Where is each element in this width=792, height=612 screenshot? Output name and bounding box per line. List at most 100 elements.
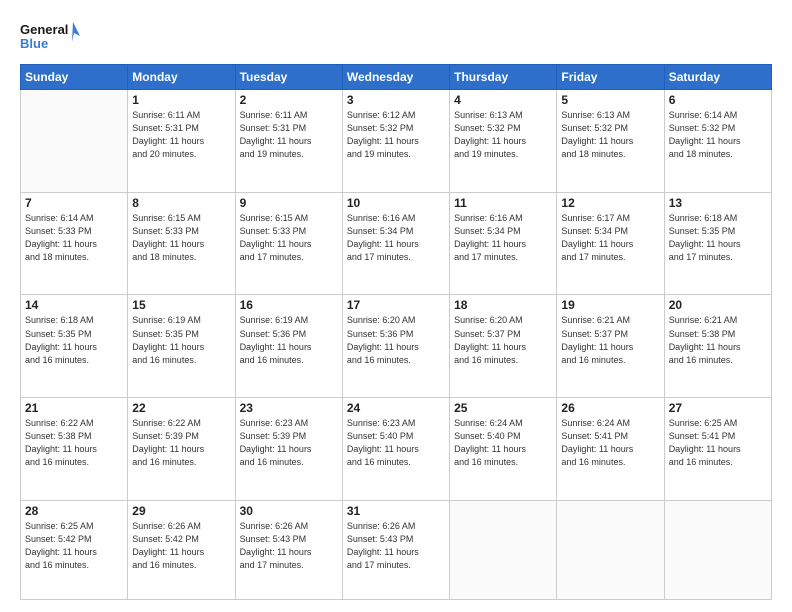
day-number: 9	[240, 196, 338, 210]
calendar-cell: 23 Sunrise: 6:23 AM Sunset: 5:39 PM Dayli…	[235, 398, 342, 501]
calendar-cell	[664, 500, 771, 599]
day-info: Sunrise: 6:25 AM Sunset: 5:42 PM Dayligh…	[25, 520, 123, 572]
calendar-cell: 21 Sunrise: 6:22 AM Sunset: 5:38 PM Dayli…	[21, 398, 128, 501]
day-info: Sunrise: 6:11 AM Sunset: 5:31 PM Dayligh…	[240, 109, 338, 161]
calendar-cell: 25Sunrise: 6:24 AM Sunset: 5:40 PM Dayli…	[450, 398, 557, 501]
day-info: Sunrise: 6:19 AM Sunset: 5:35 PM Dayligh…	[132, 314, 230, 366]
calendar-cell: 20 Sunrise: 6:21 AM Sunset: 5:38 PM Dayli…	[664, 295, 771, 398]
calendar-cell	[557, 500, 664, 599]
day-number: 19	[561, 298, 659, 312]
svg-text:Blue: Blue	[20, 36, 48, 51]
day-info: Sunrise: 6:13 AM Sunset: 5:32 PM Dayligh…	[561, 109, 659, 161]
day-info: Sunrise: 6:16 AM Sunset: 5:34 PM Dayligh…	[347, 212, 445, 264]
col-header-wednesday: Wednesday	[342, 65, 449, 90]
day-info: Sunrise: 6:19 AM Sunset: 5:36 PM Dayligh…	[240, 314, 338, 366]
day-number: 7	[25, 196, 123, 210]
day-number: 25	[454, 401, 552, 415]
calendar-cell: 13 Sunrise: 6:18 AM Sunset: 5:35 PM Dayli…	[664, 192, 771, 295]
calendar-cell: 11 Sunrise: 6:16 AM Sunset: 5:34 PM Dayli…	[450, 192, 557, 295]
day-info: Sunrise: 6:21 AM Sunset: 5:38 PM Dayligh…	[669, 314, 767, 366]
day-number: 13	[669, 196, 767, 210]
calendar-cell: 7Sunrise: 6:14 AM Sunset: 5:33 PM Daylig…	[21, 192, 128, 295]
calendar-cell: 29 Sunrise: 6:26 AM Sunset: 5:42 PM Dayli…	[128, 500, 235, 599]
day-number: 21	[25, 401, 123, 415]
calendar-week-3: 21 Sunrise: 6:22 AM Sunset: 5:38 PM Dayli…	[21, 398, 772, 501]
calendar-cell: 19 Sunrise: 6:21 AM Sunset: 5:37 PM Dayli…	[557, 295, 664, 398]
calendar-table: SundayMondayTuesdayWednesdayThursdayFrid…	[20, 64, 772, 600]
day-info: Sunrise: 6:26 AM Sunset: 5:42 PM Dayligh…	[132, 520, 230, 572]
day-number: 30	[240, 504, 338, 518]
day-number: 31	[347, 504, 445, 518]
day-number: 29	[132, 504, 230, 518]
day-number: 10	[347, 196, 445, 210]
page: General Blue SundayMondayTuesdayWednesda…	[0, 0, 792, 612]
day-number: 22	[132, 401, 230, 415]
day-info: Sunrise: 6:18 AM Sunset: 5:35 PM Dayligh…	[669, 212, 767, 264]
day-info: Sunrise: 6:21 AM Sunset: 5:37 PM Dayligh…	[561, 314, 659, 366]
calendar-cell: 2Sunrise: 6:11 AM Sunset: 5:31 PM Daylig…	[235, 90, 342, 193]
day-number: 5	[561, 93, 659, 107]
calendar-cell: 15Sunrise: 6:19 AM Sunset: 5:35 PM Dayli…	[128, 295, 235, 398]
day-info: Sunrise: 6:20 AM Sunset: 5:37 PM Dayligh…	[454, 314, 552, 366]
day-number: 11	[454, 196, 552, 210]
calendar-week-4: 28 Sunrise: 6:25 AM Sunset: 5:42 PM Dayli…	[21, 500, 772, 599]
day-number: 27	[669, 401, 767, 415]
day-number: 26	[561, 401, 659, 415]
calendar-cell: 16Sunrise: 6:19 AM Sunset: 5:36 PM Dayli…	[235, 295, 342, 398]
calendar-cell: 22 Sunrise: 6:22 AM Sunset: 5:39 PM Dayli…	[128, 398, 235, 501]
day-info: Sunrise: 6:15 AM Sunset: 5:33 PM Dayligh…	[132, 212, 230, 264]
day-number: 28	[25, 504, 123, 518]
calendar-cell: 4Sunrise: 6:13 AM Sunset: 5:32 PM Daylig…	[450, 90, 557, 193]
col-header-tuesday: Tuesday	[235, 65, 342, 90]
svg-text:General: General	[20, 22, 68, 37]
calendar-cell: 28 Sunrise: 6:25 AM Sunset: 5:42 PM Dayli…	[21, 500, 128, 599]
day-info: Sunrise: 6:26 AM Sunset: 5:43 PM Dayligh…	[240, 520, 338, 572]
col-header-monday: Monday	[128, 65, 235, 90]
day-info: Sunrise: 6:22 AM Sunset: 5:38 PM Dayligh…	[25, 417, 123, 469]
calendar-header-row: SundayMondayTuesdayWednesdayThursdayFrid…	[21, 65, 772, 90]
calendar-cell: 3Sunrise: 6:12 AM Sunset: 5:32 PM Daylig…	[342, 90, 449, 193]
calendar-cell: 27Sunrise: 6:25 AM Sunset: 5:41 PM Dayli…	[664, 398, 771, 501]
day-info: Sunrise: 6:16 AM Sunset: 5:34 PM Dayligh…	[454, 212, 552, 264]
col-header-saturday: Saturday	[664, 65, 771, 90]
calendar-cell: 30 Sunrise: 6:26 AM Sunset: 5:43 PM Dayli…	[235, 500, 342, 599]
calendar-week-1: 7Sunrise: 6:14 AM Sunset: 5:33 PM Daylig…	[21, 192, 772, 295]
day-number: 8	[132, 196, 230, 210]
day-info: Sunrise: 6:22 AM Sunset: 5:39 PM Dayligh…	[132, 417, 230, 469]
day-info: Sunrise: 6:23 AM Sunset: 5:40 PM Dayligh…	[347, 417, 445, 469]
day-info: Sunrise: 6:20 AM Sunset: 5:36 PM Dayligh…	[347, 314, 445, 366]
day-number: 23	[240, 401, 338, 415]
calendar-cell: 9 Sunrise: 6:15 AM Sunset: 5:33 PM Daylig…	[235, 192, 342, 295]
calendar-cell: 10 Sunrise: 6:16 AM Sunset: 5:34 PM Dayli…	[342, 192, 449, 295]
calendar-cell: 12 Sunrise: 6:17 AM Sunset: 5:34 PM Dayli…	[557, 192, 664, 295]
day-number: 3	[347, 93, 445, 107]
day-info: Sunrise: 6:11 AM Sunset: 5:31 PM Dayligh…	[132, 109, 230, 161]
calendar-cell	[21, 90, 128, 193]
day-info: Sunrise: 6:15 AM Sunset: 5:33 PM Dayligh…	[240, 212, 338, 264]
calendar-cell: 8 Sunrise: 6:15 AM Sunset: 5:33 PM Daylig…	[128, 192, 235, 295]
day-number: 20	[669, 298, 767, 312]
day-info: Sunrise: 6:14 AM Sunset: 5:32 PM Dayligh…	[669, 109, 767, 161]
day-number: 6	[669, 93, 767, 107]
day-info: Sunrise: 6:24 AM Sunset: 5:41 PM Dayligh…	[561, 417, 659, 469]
day-info: Sunrise: 6:23 AM Sunset: 5:39 PM Dayligh…	[240, 417, 338, 469]
calendar-cell: 26 Sunrise: 6:24 AM Sunset: 5:41 PM Dayli…	[557, 398, 664, 501]
col-header-sunday: Sunday	[21, 65, 128, 90]
day-number: 18	[454, 298, 552, 312]
header: General Blue	[20, 18, 772, 56]
logo: General Blue	[20, 18, 80, 56]
calendar-cell: 18 Sunrise: 6:20 AM Sunset: 5:37 PM Dayli…	[450, 295, 557, 398]
day-number: 14	[25, 298, 123, 312]
calendar-week-0: 1 Sunrise: 6:11 AM Sunset: 5:31 PM Daylig…	[21, 90, 772, 193]
day-number: 1	[132, 93, 230, 107]
day-info: Sunrise: 6:17 AM Sunset: 5:34 PM Dayligh…	[561, 212, 659, 264]
day-number: 12	[561, 196, 659, 210]
day-number: 17	[347, 298, 445, 312]
logo-svg: General Blue	[20, 18, 80, 56]
calendar-cell: 1 Sunrise: 6:11 AM Sunset: 5:31 PM Daylig…	[128, 90, 235, 193]
calendar-cell: 24Sunrise: 6:23 AM Sunset: 5:40 PM Dayli…	[342, 398, 449, 501]
day-info: Sunrise: 6:26 AM Sunset: 5:43 PM Dayligh…	[347, 520, 445, 572]
day-info: Sunrise: 6:18 AM Sunset: 5:35 PM Dayligh…	[25, 314, 123, 366]
calendar-cell: 14 Sunrise: 6:18 AM Sunset: 5:35 PM Dayli…	[21, 295, 128, 398]
day-info: Sunrise: 6:13 AM Sunset: 5:32 PM Dayligh…	[454, 109, 552, 161]
